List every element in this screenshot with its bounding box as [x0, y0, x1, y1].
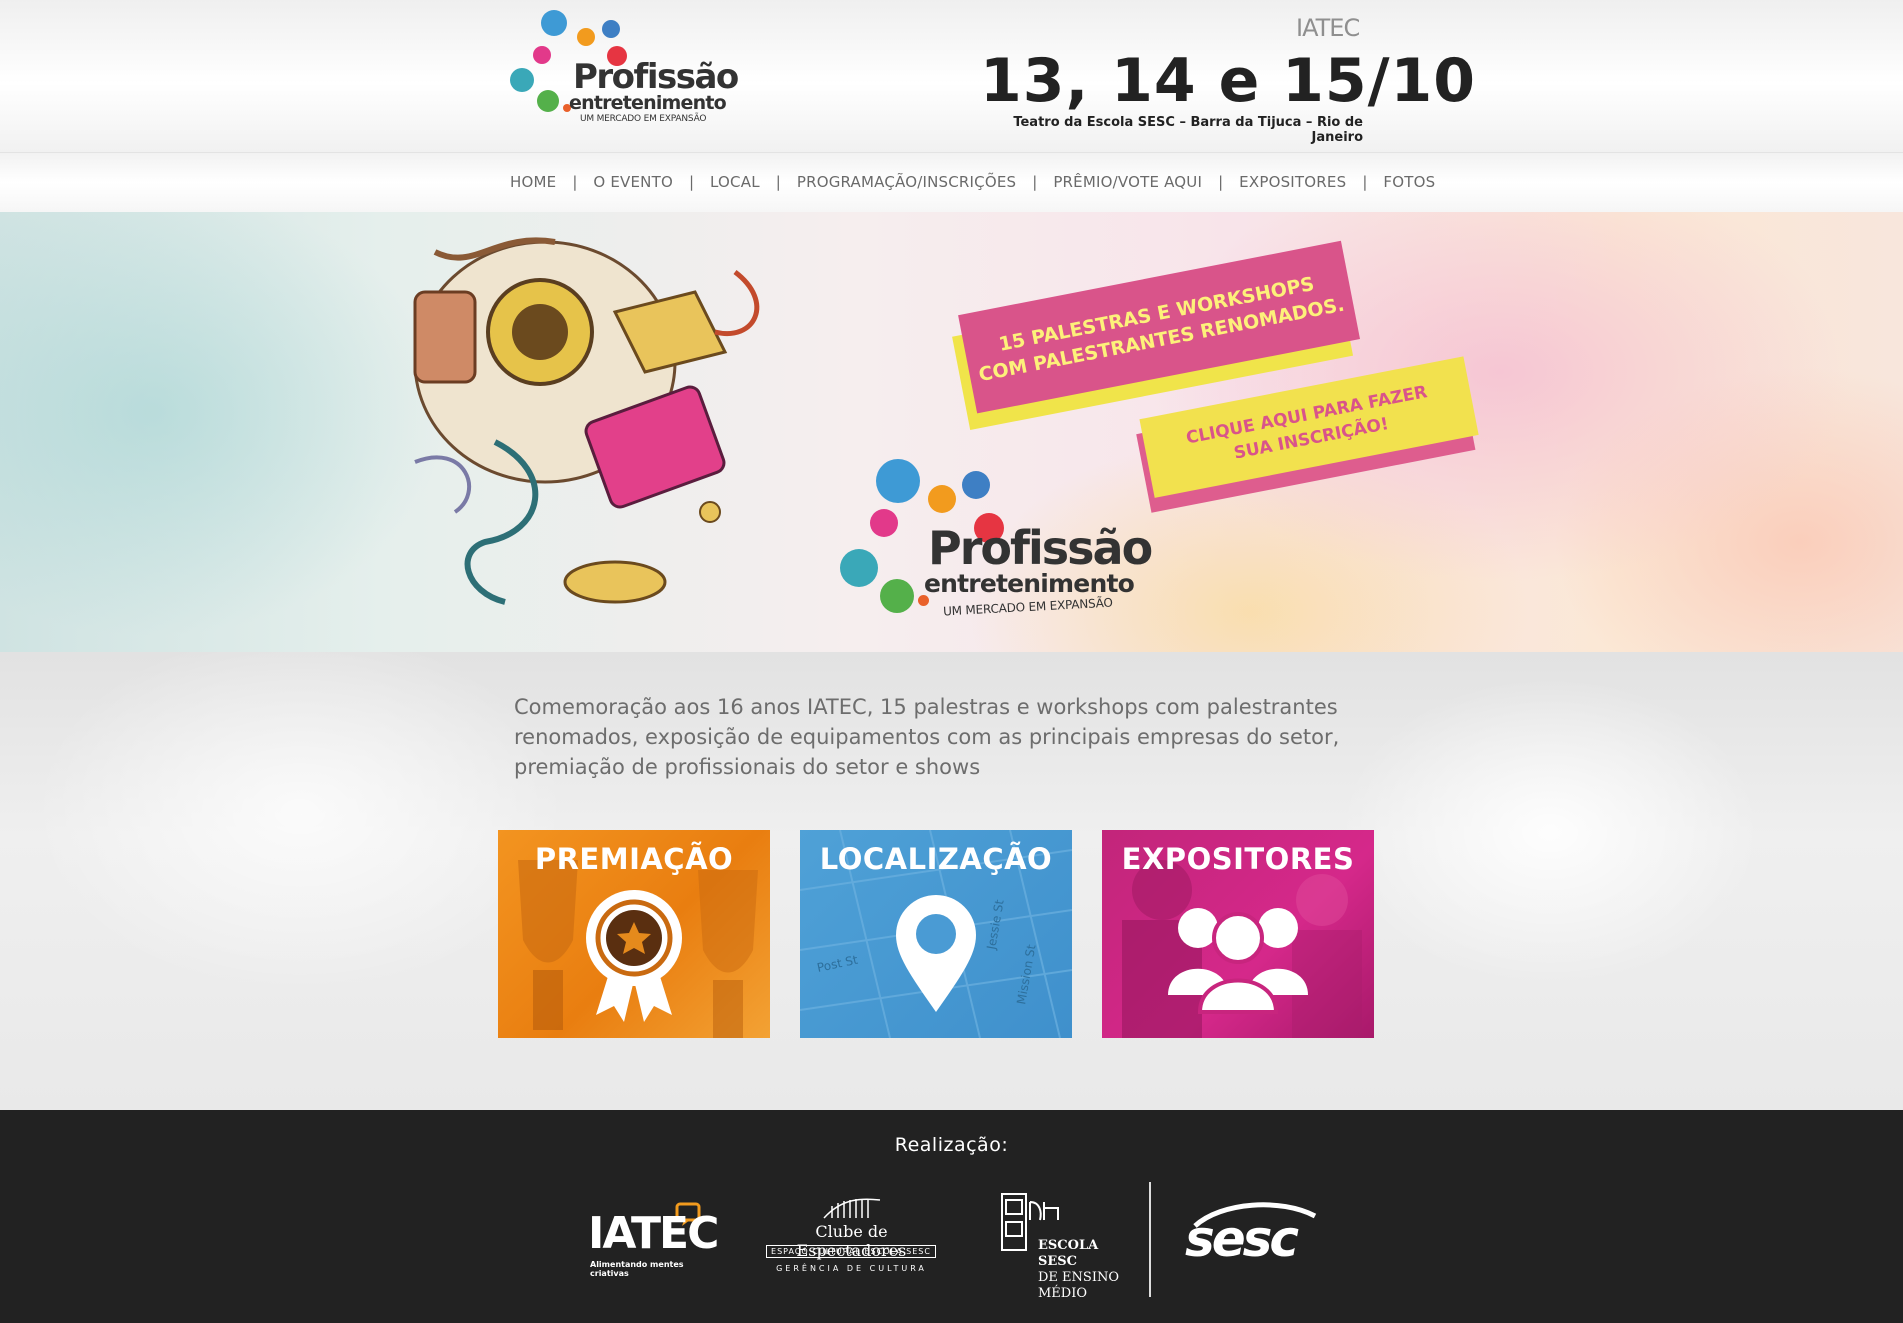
- banner-event-logo: Profissão entretenimento UM MERCADO EM E…: [838, 457, 1168, 647]
- logo-word: Profissão: [573, 57, 739, 97]
- award-ribbon-icon: [586, 890, 682, 1022]
- logo-icon-photo: [533, 46, 551, 64]
- escola-line1: ESCOLA: [1038, 1238, 1099, 1253]
- escola-line2: SESC: [1038, 1254, 1078, 1269]
- logo-sub: entretenimento: [924, 569, 1135, 598]
- instruments-illustration: [413, 237, 760, 605]
- footer-heading: Realização:: [894, 1134, 1009, 1156]
- main-nav: HOME | O EVENTO | LOCAL | PROGRAMAÇÃO/INSCR…: [0, 152, 1903, 212]
- card-localizacao[interactable]: Post St Mission St Jessie St LOCALIZAÇÃO: [800, 830, 1072, 1038]
- logo-icon-user: [876, 459, 920, 503]
- clube-espectadores-logo[interactable]: Clube de Espectadores ESPAÇO CULTURAL ES…: [764, 1192, 939, 1277]
- nav-separator: |: [688, 173, 695, 191]
- iatec-logo-tagline: Alimentando mentes criativas: [590, 1260, 684, 1278]
- logo-icon-tree: [537, 90, 559, 112]
- nav-programacao[interactable]: PROGRAMAÇÃO/INSCRIÇÕES: [797, 173, 1016, 191]
- map-pin-icon: [896, 895, 976, 1012]
- logo-icon-film: [510, 68, 534, 92]
- event-dates: 13, 14 e 15/10: [980, 46, 1477, 116]
- sesc-logo-name: sesc: [1185, 1210, 1299, 1268]
- nav-separator: |: [1362, 173, 1368, 191]
- event-venue: Teatro da Escola SESC – Barra da Tijuca …: [1013, 115, 1363, 145]
- main-content: Comemoração aos 16 anos IATEC, 15 palest…: [0, 652, 1903, 1110]
- nav-separator: |: [1218, 173, 1224, 191]
- logo-icon-tree: [880, 579, 914, 613]
- nav-separator: |: [1032, 173, 1038, 191]
- logo-icon-clap: [962, 471, 990, 499]
- iatec-logo-small[interactable]: IATEC: [1296, 14, 1360, 42]
- logo-word: Profissão: [928, 521, 1153, 575]
- sesc-logo[interactable]: sesc: [1185, 1200, 1317, 1270]
- logo-tagline: UM MERCADO EM EXPANSÃO: [580, 114, 707, 124]
- clube-line2: ESPAÇO CULTURAL ESCOLA SESC: [766, 1245, 936, 1258]
- footer-divider: [1149, 1182, 1151, 1297]
- logo-icon-user: [541, 10, 567, 36]
- logo-icon-film: [840, 549, 878, 587]
- card-premiacao[interactable]: PREMIAÇÃO: [498, 830, 770, 1038]
- nav-premio[interactable]: PRÊMIO/VOTE AQUI: [1053, 173, 1202, 191]
- header: Profissão entretenimento UM MERCADO EM E…: [0, 0, 1903, 152]
- hero-banner[interactable]: 15 PALESTRAS E WORKSHOPS COM PALESTRANTE…: [0, 212, 1903, 652]
- escola-sesc-logo[interactable]: ESCOLA SESC DE ENSINO MÉDIO: [1000, 1192, 1130, 1302]
- escola-line3: DE ENSINO: [1038, 1270, 1119, 1285]
- iatec-logo-name: IATEC: [588, 1208, 719, 1259]
- nav-separator: |: [572, 173, 578, 191]
- columns-icon: [823, 1198, 881, 1219]
- logo-icon-clap: [602, 20, 620, 38]
- people-group-icon: [1168, 908, 1308, 1014]
- logo-icon-mic: [928, 485, 956, 513]
- logo-tagline: UM MERCADO EM EXPANSÃO: [942, 595, 1114, 619]
- nav-expositores[interactable]: EXPOSITORES: [1239, 173, 1346, 191]
- escola-text: ESCOLA SESC DE ENSINO MÉDIO: [1038, 1238, 1119, 1302]
- nav-home[interactable]: HOME: [510, 173, 556, 191]
- nav-o-evento[interactable]: O EVENTO: [593, 173, 673, 191]
- intro-text: Comemoração aos 16 anos IATEC, 15 palest…: [514, 695, 1340, 779]
- logo-icon-photo: [870, 509, 898, 537]
- footer: Realização: IATEC Alimentando mentes cri…: [0, 1110, 1903, 1323]
- nav-separator: |: [775, 173, 781, 191]
- nav-local[interactable]: LOCAL: [710, 173, 760, 191]
- logo-sub: entretenimento: [569, 92, 727, 114]
- iatec-logo[interactable]: IATEC Alimentando mentes criativas: [588, 1198, 719, 1278]
- card-expositores[interactable]: EXPOSITORES: [1102, 830, 1374, 1038]
- event-logo[interactable]: Profissão entretenimento UM MERCADO EM E…: [505, 8, 745, 132]
- nav-fotos[interactable]: FOTOS: [1383, 173, 1435, 191]
- logo-icon-mic: [577, 28, 595, 46]
- feature-cards: PREMIAÇÃO Post St Mission St Jessie St L…: [498, 830, 1374, 1038]
- logo-sub-text: entretenimento: [569, 92, 727, 114]
- escola-line4: MÉDIO: [1038, 1286, 1088, 1301]
- clube-line3: GERÊNCIA DE CULTURA: [776, 1264, 927, 1273]
